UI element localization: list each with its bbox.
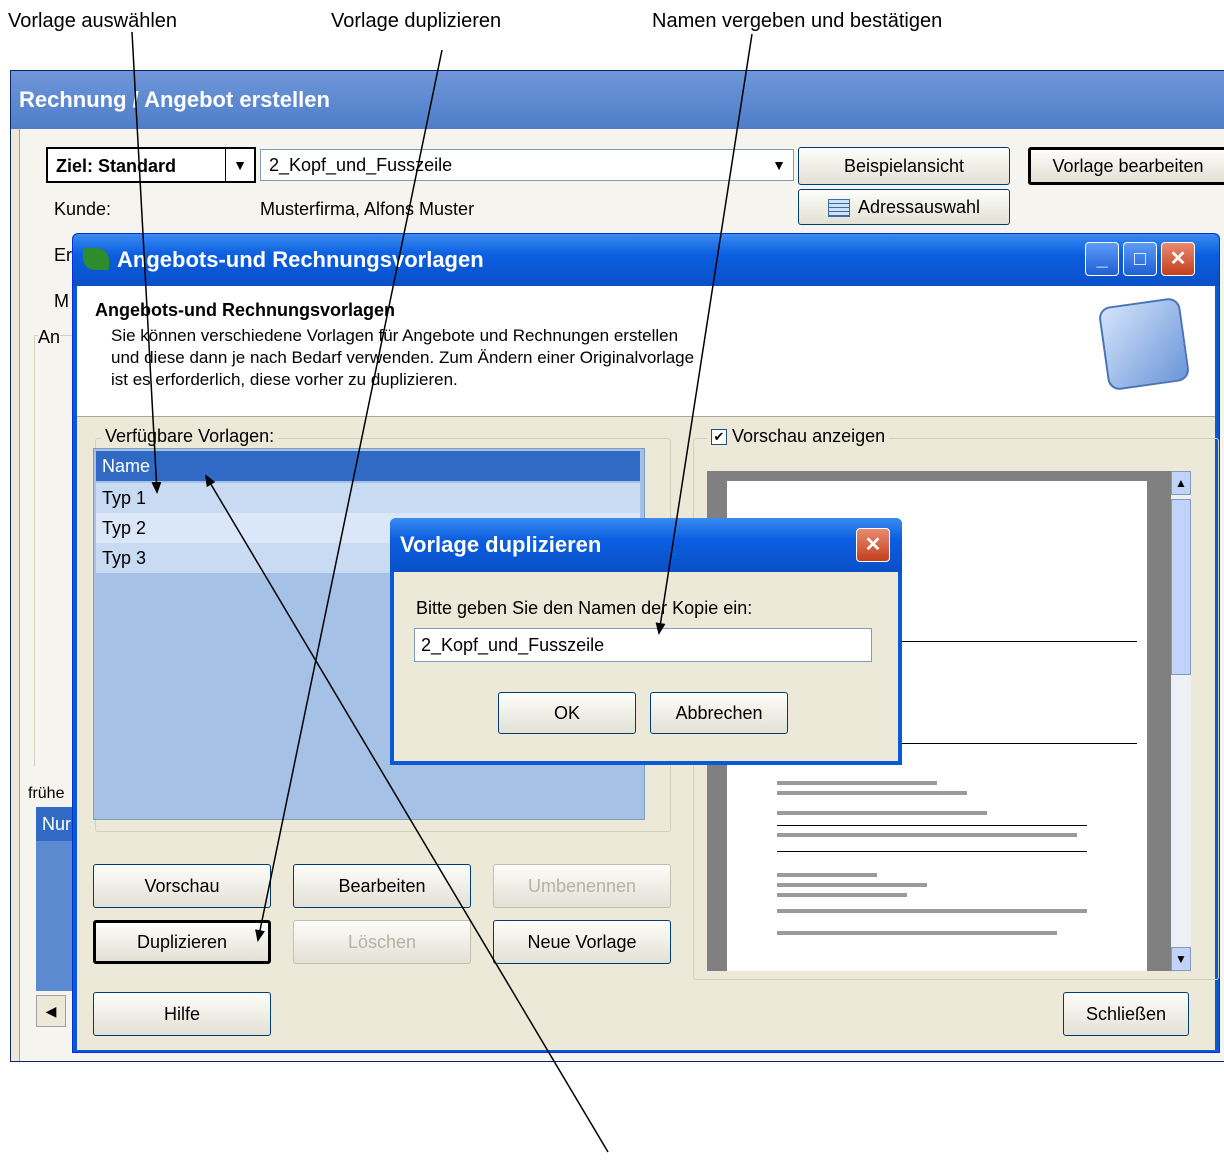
arrow-name-input xyxy=(655,33,753,635)
annotation-arrows xyxy=(131,31,753,1153)
arrow-duplicate-button xyxy=(255,49,443,942)
arrow-select-template xyxy=(131,31,162,494)
arrow-list-name xyxy=(204,474,609,1153)
